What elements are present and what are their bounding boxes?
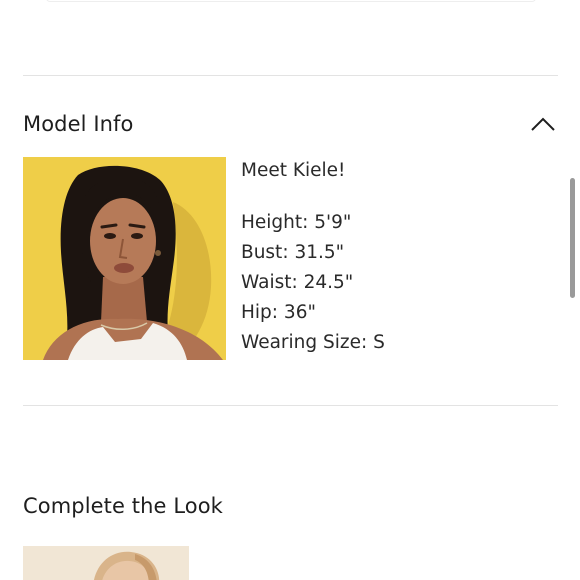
section-divider	[23, 405, 558, 406]
model-info-header[interactable]: Model Info	[23, 106, 558, 142]
model-stat-wearing-size: Wearing Size: S	[241, 332, 385, 353]
model-stat-height: Height: 5'9"	[241, 212, 352, 233]
model-stat-bust: Bust: 31.5"	[241, 242, 345, 263]
complete-the-look-title: Complete the Look	[23, 494, 223, 518]
complete-the-look-product-image[interactable]	[23, 546, 189, 580]
model-info-details: Meet Kiele! Height: 5'9" Bust: 31.5" Wai…	[241, 156, 541, 358]
section-divider	[23, 75, 558, 76]
model-photo	[23, 157, 226, 360]
model-stat-hip: Hip: 36"	[241, 302, 316, 323]
model-stat-waist: Waist: 24.5"	[241, 272, 354, 293]
model-portrait-image	[23, 157, 226, 360]
previous-section-edge	[46, 0, 536, 2]
model-info-title: Model Info	[23, 112, 134, 136]
product-details-page: Model Info Meet Kiele! Height: 5'9" Bust…	[0, 0, 580, 580]
model-greeting: Meet Kiele!	[241, 160, 346, 181]
product-thumbnail-image	[23, 546, 189, 580]
scrollbar-thumb[interactable]	[570, 178, 575, 298]
chevron-up-icon[interactable]	[530, 116, 556, 132]
